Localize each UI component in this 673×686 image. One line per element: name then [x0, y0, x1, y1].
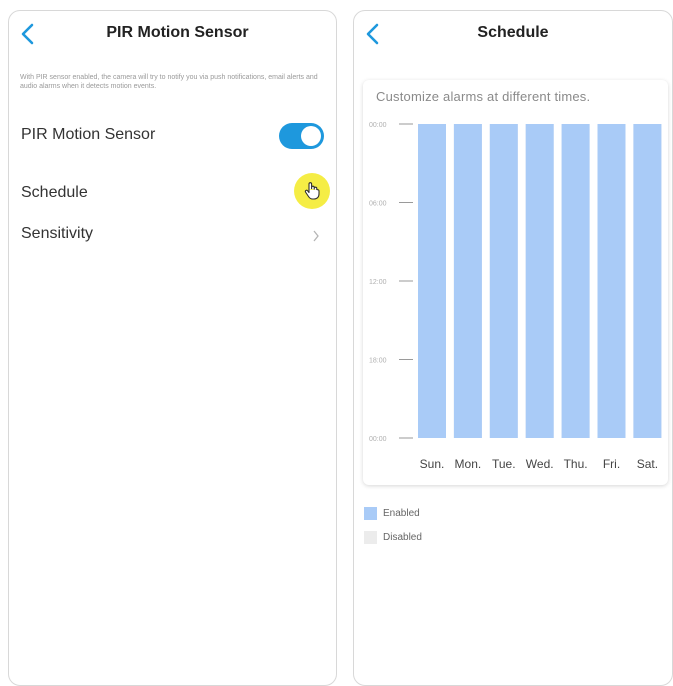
- pir-description: With PIR sensor enabled, the camera will…: [20, 74, 318, 90]
- schedule-chart: 00:00 06:00 12:00 18:00 00:00 Sun. Mon. Tue. Wed…: [369, 122, 662, 471]
- schedule-bar-fri[interactable]: [597, 124, 626, 438]
- x-tick-label: Wed.: [526, 457, 554, 471]
- x-tick-label: Mon.: [455, 457, 482, 471]
- schedule-bar-thu[interactable]: [561, 124, 590, 438]
- pir-motion-sensor-row: PIR Motion Sensor: [21, 123, 324, 149]
- x-tick-label: Thu.: [564, 457, 588, 471]
- legend-swatch-disabled: [364, 531, 377, 544]
- schedule-card: 00:00 06:00 12:00 18:00 00:00 Sun. Mon. Tue. Wed…: [363, 80, 668, 485]
- x-tick-label: Sun.: [420, 457, 445, 471]
- schedule-bar-wed[interactable]: [525, 124, 554, 438]
- card-title: Customize alarms at different times.: [376, 89, 591, 104]
- sensitivity-row[interactable]: Sensitivity: [21, 222, 324, 248]
- chevron-right-icon: [313, 230, 319, 242]
- y-tick-label: 18:00: [369, 358, 387, 365]
- x-tick-label: Fri.: [603, 457, 620, 471]
- legend-label-disabled: Disabled: [383, 532, 422, 543]
- schedule-bar-sun[interactable]: [418, 124, 446, 438]
- legend-swatch-enabled: [364, 507, 377, 520]
- hand-pointer-icon: [304, 182, 320, 200]
- toggle-knob: [301, 126, 321, 146]
- pir-settings-screen: PIR Motion Sensor With PIR sensor enable…: [8, 10, 337, 686]
- page-title: PIR Motion Sensor: [106, 24, 249, 41]
- pir-motion-sensor-label: PIR Motion Sensor: [21, 126, 156, 143]
- schedule-bar-tue[interactable]: [489, 124, 518, 438]
- schedule-row[interactable]: Schedule: [21, 181, 324, 207]
- cursor-highlight: [294, 173, 330, 209]
- pir-motion-sensor-toggle[interactable]: [279, 123, 324, 149]
- y-tick-label: 12:00: [369, 279, 387, 286]
- y-tick-label: 06:00: [369, 201, 387, 208]
- schedule-bar-mon[interactable]: [453, 124, 482, 438]
- page-title: Schedule: [477, 24, 549, 41]
- sensitivity-label: Sensitivity: [21, 225, 94, 242]
- schedule-bar-sat[interactable]: [633, 124, 662, 438]
- x-tick-label: Sat.: [637, 457, 658, 471]
- schedule-screen: Schedule 00:00 06:00 12:00 18:00 00:00 Sun. Mo…: [353, 10, 673, 686]
- x-tick-label: Tue.: [492, 457, 516, 471]
- y-tick-label: 00:00: [369, 436, 387, 443]
- schedule-label: Schedule: [21, 184, 88, 201]
- y-tick-label: 00:00: [369, 122, 387, 129]
- legend-label-enabled: Enabled: [383, 508, 420, 519]
